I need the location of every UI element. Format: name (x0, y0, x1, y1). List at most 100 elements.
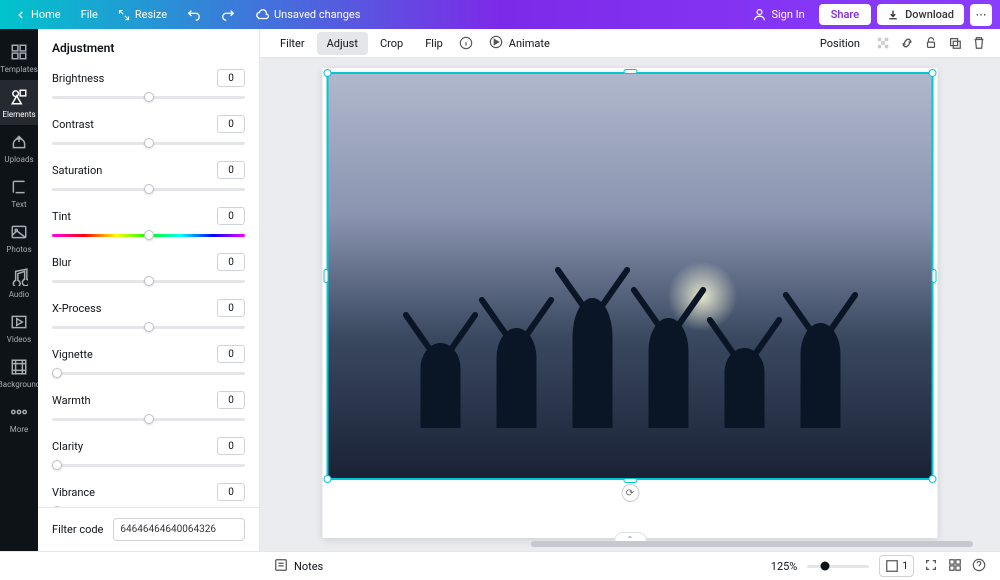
grid-button[interactable] (948, 558, 962, 575)
download-button[interactable]: Download (877, 4, 964, 25)
resize-icon (118, 9, 130, 21)
slider-value-input[interactable] (217, 299, 245, 317)
transparency-button[interactable] (872, 32, 894, 54)
slider-blur: Blur (52, 247, 245, 289)
slider-value-input[interactable] (217, 483, 245, 501)
slider-label: Vibrance (52, 486, 95, 499)
slider-value-input[interactable] (217, 437, 245, 455)
lefticon-text[interactable]: Text (0, 170, 38, 215)
fullscreen-button[interactable] (924, 558, 938, 575)
adjust-button[interactable]: Adjust (317, 32, 368, 55)
slider-thumb[interactable] (144, 184, 154, 194)
filter-code-label: Filter code (52, 523, 103, 536)
slider-track[interactable] (52, 457, 245, 473)
lefticon-elements[interactable]: Elements (0, 80, 38, 125)
slider-thumb[interactable] (52, 506, 62, 507)
chevron-left-icon (16, 10, 26, 20)
lefticon-more[interactable]: More (0, 395, 38, 440)
lefticon-templates[interactable]: Templates (0, 35, 38, 80)
crop-button[interactable]: Crop (370, 32, 413, 55)
home-button[interactable]: Home (8, 4, 69, 25)
file-button[interactable]: File (73, 4, 106, 25)
selected-image[interactable]: ⟳ (327, 72, 934, 480)
more-button[interactable]: ⋯ (970, 4, 992, 26)
dots-icon: ⋯ (976, 8, 987, 21)
signin-button[interactable]: Sign In (745, 4, 812, 25)
resize-handle-mt[interactable] (623, 69, 637, 74)
slider-thumb[interactable] (144, 322, 154, 332)
rotate-handle[interactable]: ⟳ (621, 484, 639, 502)
slider-value-input[interactable] (217, 115, 245, 133)
link-button[interactable] (896, 32, 918, 54)
slider-track[interactable] (52, 411, 245, 427)
slider-track[interactable] (52, 503, 245, 507)
page-indicator[interactable]: 1 (879, 555, 914, 577)
slider-value-input[interactable] (217, 69, 245, 87)
slider-thumb[interactable] (144, 138, 154, 148)
animate-button[interactable]: Animate (479, 30, 560, 57)
bottom-bar: Notes 125% 1 (0, 551, 1000, 580)
resize-button[interactable]: Resize (110, 4, 175, 25)
top-bar: Home File Resize Unsaved changes Sign In… (0, 0, 1000, 29)
zoom-level[interactable]: 125% (771, 560, 798, 573)
zoom-group: 125% 1 (771, 555, 986, 577)
slider-track[interactable] (52, 89, 245, 105)
slider-label: Clarity (52, 440, 83, 453)
resize-handle-tr[interactable] (929, 69, 937, 77)
redo-button[interactable] (213, 4, 243, 26)
slider-thumb[interactable] (144, 276, 154, 286)
lefticon-uploads[interactable]: Uploads (0, 125, 38, 170)
slider-label: Contrast (52, 118, 94, 131)
lock-button[interactable] (920, 32, 942, 54)
page-wrap: ⟳ ⌃ (323, 68, 938, 538)
undo-button[interactable] (179, 4, 209, 26)
zoom-slider[interactable] (807, 565, 869, 568)
lefticon-background[interactable]: Background (0, 350, 38, 395)
slider-value-input[interactable] (217, 253, 245, 271)
slider-track[interactable] (52, 319, 245, 335)
resize-handle-bl[interactable] (324, 475, 332, 483)
notes-button[interactable]: Notes (274, 558, 323, 575)
page[interactable]: ⟳ (323, 68, 938, 538)
panel-title: Adjustment (38, 29, 259, 63)
slider-thumb[interactable] (52, 368, 62, 378)
slider-track[interactable] (52, 135, 245, 151)
delete-button[interactable] (968, 32, 990, 54)
slider-track[interactable] (52, 365, 245, 381)
horizontal-scrollbar[interactable] (524, 541, 980, 549)
slider-value-input[interactable] (217, 207, 245, 225)
slider-value-input[interactable] (217, 345, 245, 363)
slider-thumb[interactable] (144, 414, 154, 424)
filter-code-input[interactable] (113, 518, 245, 541)
lefticon-audio[interactable]: Audio (0, 260, 38, 305)
context-toolbar: Filter Adjust Crop Flip Animate Position (260, 29, 1000, 58)
lefticon-photos[interactable]: Photos (0, 215, 38, 260)
lefticon-videos[interactable]: Videos (0, 305, 38, 350)
slider-track[interactable] (52, 181, 245, 197)
resize-handle-br[interactable] (929, 475, 937, 483)
slider-value-input[interactable] (217, 161, 245, 179)
animate-icon (489, 35, 503, 52)
info-button[interactable] (455, 32, 477, 54)
slider-thumb[interactable] (52, 460, 62, 470)
resize-handle-mr[interactable] (932, 269, 937, 283)
left-icon-rail: TemplatesElementsUploadsTextPhotosAudioV… (0, 29, 38, 551)
notes-icon (274, 558, 288, 575)
resize-handle-mb[interactable] (623, 478, 637, 483)
position-button[interactable]: Position (810, 32, 870, 55)
zoom-thumb[interactable] (820, 562, 829, 571)
filter-button[interactable]: Filter (270, 32, 315, 55)
flip-button[interactable]: Flip (415, 32, 453, 55)
canvas-viewport[interactable]: ⟳ ⌃ (260, 58, 1000, 551)
resize-handle-tl[interactable] (324, 69, 332, 77)
duplicate-button[interactable] (944, 32, 966, 54)
slider-track[interactable] (52, 227, 245, 243)
slider-thumb[interactable] (144, 92, 154, 102)
share-button[interactable]: Share (819, 4, 871, 25)
slider-x-process: X-Process (52, 293, 245, 335)
help-button[interactable] (972, 558, 986, 575)
resize-handle-ml[interactable] (324, 269, 329, 283)
slider-thumb[interactable] (144, 230, 154, 240)
slider-value-input[interactable] (217, 391, 245, 409)
slider-track[interactable] (52, 273, 245, 289)
